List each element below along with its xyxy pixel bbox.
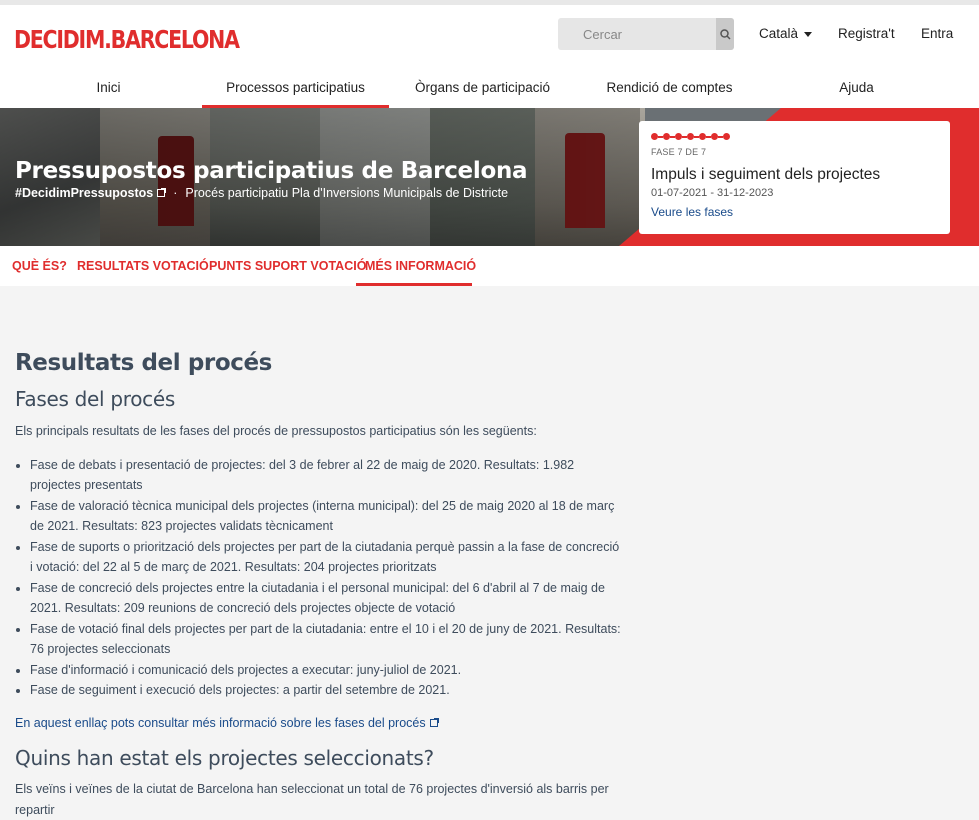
tab-resultats-votacio[interactable]: RESULTATS VOTACIÓ [77,246,209,286]
phase-card: FASE 7 DE 7 Impuls i seguiment dels proj… [639,121,950,234]
main-nav: Inici Processos participatius Òrgans de … [0,67,979,108]
external-link-icon [429,717,439,727]
language-selector[interactable]: Català [759,26,813,41]
process-subtitle-row: #DecidimPressupostos · Procés participatiu… [15,186,509,200]
search-button[interactable] [716,18,734,50]
process-title: Pressupostos participatius de Barcelona [15,158,528,184]
search-input[interactable] [558,18,708,50]
tab-que-es[interactable]: QUÈ ÉS? [12,246,67,286]
page-title: Resultats del procés [15,350,272,376]
list-item: Fase de valoració tècnica municipal dels… [30,496,625,537]
process-sub-nav: QUÈ ÉS? RESULTATS VOTACIÓ PUNTS SUPORT V… [0,246,979,286]
tab-mes-informacio[interactable]: MÉS INFORMACIÓ [356,246,476,286]
section-title-fases: Fases del procés [15,387,175,411]
intro-text: Els principals resultats de les fases de… [15,424,537,438]
process-subtitle: Procés participatiu Pla d'Inversions Mun… [185,186,509,200]
list-item: Fase de suports o priorització dels proj… [30,537,625,578]
nav-item-organs[interactable]: Òrgans de participació [389,67,576,108]
more-info-link[interactable]: En aquest enllaç pots consultar més info… [15,716,439,730]
login-link[interactable]: Entra [921,26,953,41]
nav-item-ajuda[interactable]: Ajuda [763,67,950,108]
projectes-text: Els veïns i veïnes de la ciutat de Barce… [15,782,609,817]
chevron-down-icon [804,31,813,37]
main-content: Resultats del procés Fases del procés El… [15,350,625,820]
search-icon [719,28,731,40]
nav-item-rendicio[interactable]: Rendició de comptes [576,67,763,108]
search-box [558,18,734,50]
hashtag-link[interactable]: #DecidimPressupostos [15,186,167,200]
nav-item-inici[interactable]: Inici [15,67,202,108]
site-header: DECIDIM.BARCELONA Català Registra't Entr… [0,5,979,108]
list-item: Fase de concreció dels projectes entre l… [30,578,625,619]
site-logo[interactable]: DECIDIM.BARCELONA [14,25,240,54]
language-label: Català [759,26,799,41]
phase-name: Impuls i seguiment dels projectes [651,166,881,183]
list-item: Fase de debats i presentació de projecte… [30,455,625,496]
more-info-paragraph: En aquest enllaç pots consultar més info… [15,713,625,734]
external-link-icon [157,188,167,197]
process-hero: Pressupostos participatius de Barcelona … [0,108,979,246]
tab-punts-suport[interactable]: PUNTS SUPORT VOTACIÓ [209,246,366,286]
phase-step-label: FASE 7 DE 7 [651,147,707,157]
phases-list: Fase de debats i presentació de projecte… [30,455,625,701]
list-item: Fase de seguiment i execució dels projec… [30,680,625,701]
list-item: Fase de votació final dels projectes per… [30,619,625,660]
view-phases-link[interactable]: Veure les fases [651,205,733,219]
phase-dates: 01-07-2021 - 31-12-2023 [651,187,774,199]
list-item: Fase d'informació i comunicació dels pro… [30,660,625,681]
phase-progress-dots [651,133,730,140]
register-link[interactable]: Registra't [838,26,895,41]
section-title-projectes: Quins han estat els projectes selecciona… [15,746,434,770]
nav-item-processos[interactable]: Processos participatius [202,67,389,108]
